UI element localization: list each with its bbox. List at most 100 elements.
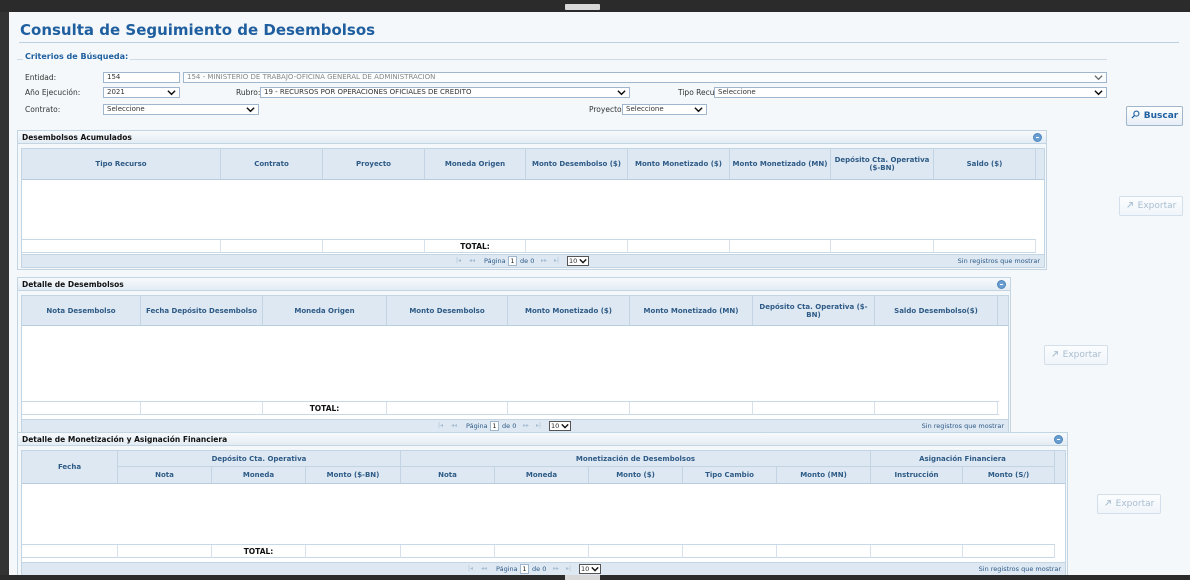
proyecto-select[interactable]: Seleccione (622, 104, 707, 115)
column-header[interactable]: Nota (401, 467, 495, 483)
search-icon (1131, 110, 1140, 122)
collapse-icon[interactable] (1054, 435, 1063, 444)
column-header-fecha[interactable]: Fecha (22, 451, 118, 483)
page-label: Página (484, 257, 506, 265)
next-page-button[interactable]: ▸▸ (541, 257, 547, 264)
column-header[interactable]: Depósito Cta. Operativa ($-BN) (831, 149, 934, 179)
next-page-button[interactable]: ▸▸ (553, 565, 559, 572)
column-header[interactable]: Monto Monetizado ($) (508, 296, 630, 325)
total-cell (22, 240, 221, 253)
column-header[interactable]: Monto Desembolso (387, 296, 508, 325)
export-button[interactable]: Exportar (1097, 494, 1161, 514)
export-button-label: Exportar (1115, 499, 1155, 509)
prev-page-button[interactable]: ◂◂ (481, 565, 487, 572)
export-icon (1104, 499, 1112, 510)
next-page-button[interactable]: ▸▸ (523, 422, 529, 429)
column-header[interactable]: Nota Desembolso (22, 296, 141, 325)
resize-grip[interactable] (565, 575, 600, 580)
anio-label: Año Ejecución: (25, 88, 81, 97)
column-header[interactable]: Monto Desembolso ($) (526, 149, 628, 179)
column-header[interactable]: Contrato (221, 149, 323, 179)
page-number-input[interactable]: 1 (490, 421, 499, 431)
contrato-select[interactable]: Seleccione (103, 104, 259, 115)
total-cell (22, 402, 141, 415)
last-page-button[interactable]: ▸| (554, 257, 559, 264)
page-content: Consulta de Seguimiento de Desembolsos C… (9, 12, 1190, 580)
chevron-down-icon (617, 88, 626, 97)
column-header[interactable]: Moneda (495, 467, 589, 483)
panel-title: Desembolsos Acumulados (22, 133, 132, 142)
export-icon (1126, 201, 1134, 212)
search-button-label: Buscar (1143, 111, 1179, 121)
panel-title: Detalle de Monetización y Asignación Fin… (22, 435, 228, 444)
first-page-button[interactable]: |◂ (456, 257, 461, 264)
page-count: de 0 (532, 565, 547, 573)
column-header[interactable]: Saldo ($) (934, 149, 1036, 179)
column-header[interactable]: Fecha Depósito Desembolso (141, 296, 263, 325)
window-left-edge (0, 12, 9, 575)
prev-page-button[interactable]: ◂◂ (469, 257, 475, 264)
page-size-select[interactable]: 10 (579, 564, 601, 574)
column-header[interactable]: Monto (MN) (777, 467, 871, 483)
export-icon (1051, 350, 1059, 361)
total-cell (495, 545, 589, 558)
collapse-icon[interactable] (1033, 133, 1042, 142)
total-cell (306, 545, 401, 558)
panel-detalle-monetizacion: Detalle de Monetización y Asignación Fin… (17, 432, 1068, 580)
total-label: TOTAL: (425, 240, 526, 253)
total-cell (628, 240, 730, 253)
page-number-input[interactable]: 1 (520, 564, 529, 574)
column-header[interactable]: Depósito Cta. Operativa ($-BN) (753, 296, 875, 325)
pager: |◂ ◂◂ Página 1 de 0 ▸▸ ▸| 10 Sin registr… (22, 562, 1065, 575)
page-size-value: 10 (569, 257, 578, 265)
export-button[interactable]: Exportar (1119, 196, 1183, 216)
grid-detalle: Nota Desembolso Fecha Depósito Desembols… (21, 295, 1009, 433)
page-number-input[interactable]: 1 (508, 256, 517, 266)
column-header[interactable]: Monto ($) (589, 467, 683, 483)
anio-select[interactable]: 2021 (103, 87, 180, 98)
column-header[interactable]: Monto Monetizado (MN) (630, 296, 753, 325)
column-header[interactable]: Monto Monetizado (MN) (730, 149, 831, 179)
criteria-legend: Criterios de Búsqueda: (23, 52, 131, 61)
chevron-down-icon (1094, 88, 1103, 97)
panel-header: Detalle de Desembolsos (18, 278, 1010, 291)
export-button[interactable]: Exportar (1044, 345, 1108, 365)
entidad-code-input[interactable]: 154 (103, 72, 180, 83)
column-header[interactable]: Tipo Recurso (22, 149, 221, 179)
entidad-name-field[interactable]: 154 - MINISTERIO DE TRABAJO-OFICINA GENE… (183, 72, 1107, 83)
page-label: Página (496, 565, 518, 573)
tipo-recurso-select[interactable]: Seleccione (714, 87, 1107, 98)
column-header[interactable]: Instrucción (871, 467, 963, 483)
proyecto-value: Seleccione (626, 105, 664, 113)
resize-grip[interactable] (565, 4, 600, 10)
column-header[interactable]: Monto (S/) (963, 467, 1055, 483)
total-cell (589, 545, 683, 558)
page-size-select[interactable]: 10 (567, 256, 589, 266)
column-header[interactable]: Nota (118, 467, 212, 483)
column-header[interactable]: Saldo Desembolso($) (875, 296, 998, 325)
first-page-button[interactable]: |◂ (468, 565, 473, 572)
column-header[interactable]: Monto Monetizado ($) (628, 149, 730, 179)
last-page-button[interactable]: ▸| (566, 565, 571, 572)
page-label: Página (466, 422, 488, 430)
search-button[interactable]: Buscar (1126, 106, 1183, 126)
total-cell (831, 240, 934, 253)
page-size-select[interactable]: 10 (549, 421, 571, 431)
chevron-down-icon (167, 88, 176, 97)
column-header[interactable]: Moneda Origen (425, 149, 526, 179)
prev-page-button[interactable]: ◂◂ (451, 422, 457, 429)
last-page-button[interactable]: ▸| (536, 422, 541, 429)
column-header[interactable]: Tipo Cambio (683, 467, 777, 483)
column-header[interactable]: Monto ($-BN) (306, 467, 401, 483)
export-button-label: Exportar (1137, 201, 1177, 211)
collapse-icon[interactable] (997, 280, 1006, 289)
proyecto-label: Proyecto: (589, 105, 625, 114)
first-page-button[interactable]: |◂ (438, 422, 443, 429)
panel-detalle-desembolsos: Detalle de Desembolsos Nota Desembolso F… (17, 277, 1011, 435)
total-cell (508, 402, 630, 415)
column-header[interactable]: Moneda (212, 467, 306, 483)
column-header[interactable]: Proyecto (323, 149, 425, 179)
rubro-select[interactable]: 19 - RECURSOS POR OPERACIONES OFICIALES … (260, 87, 630, 98)
total-cell (683, 545, 777, 558)
column-header[interactable]: Moneda Origen (263, 296, 387, 325)
